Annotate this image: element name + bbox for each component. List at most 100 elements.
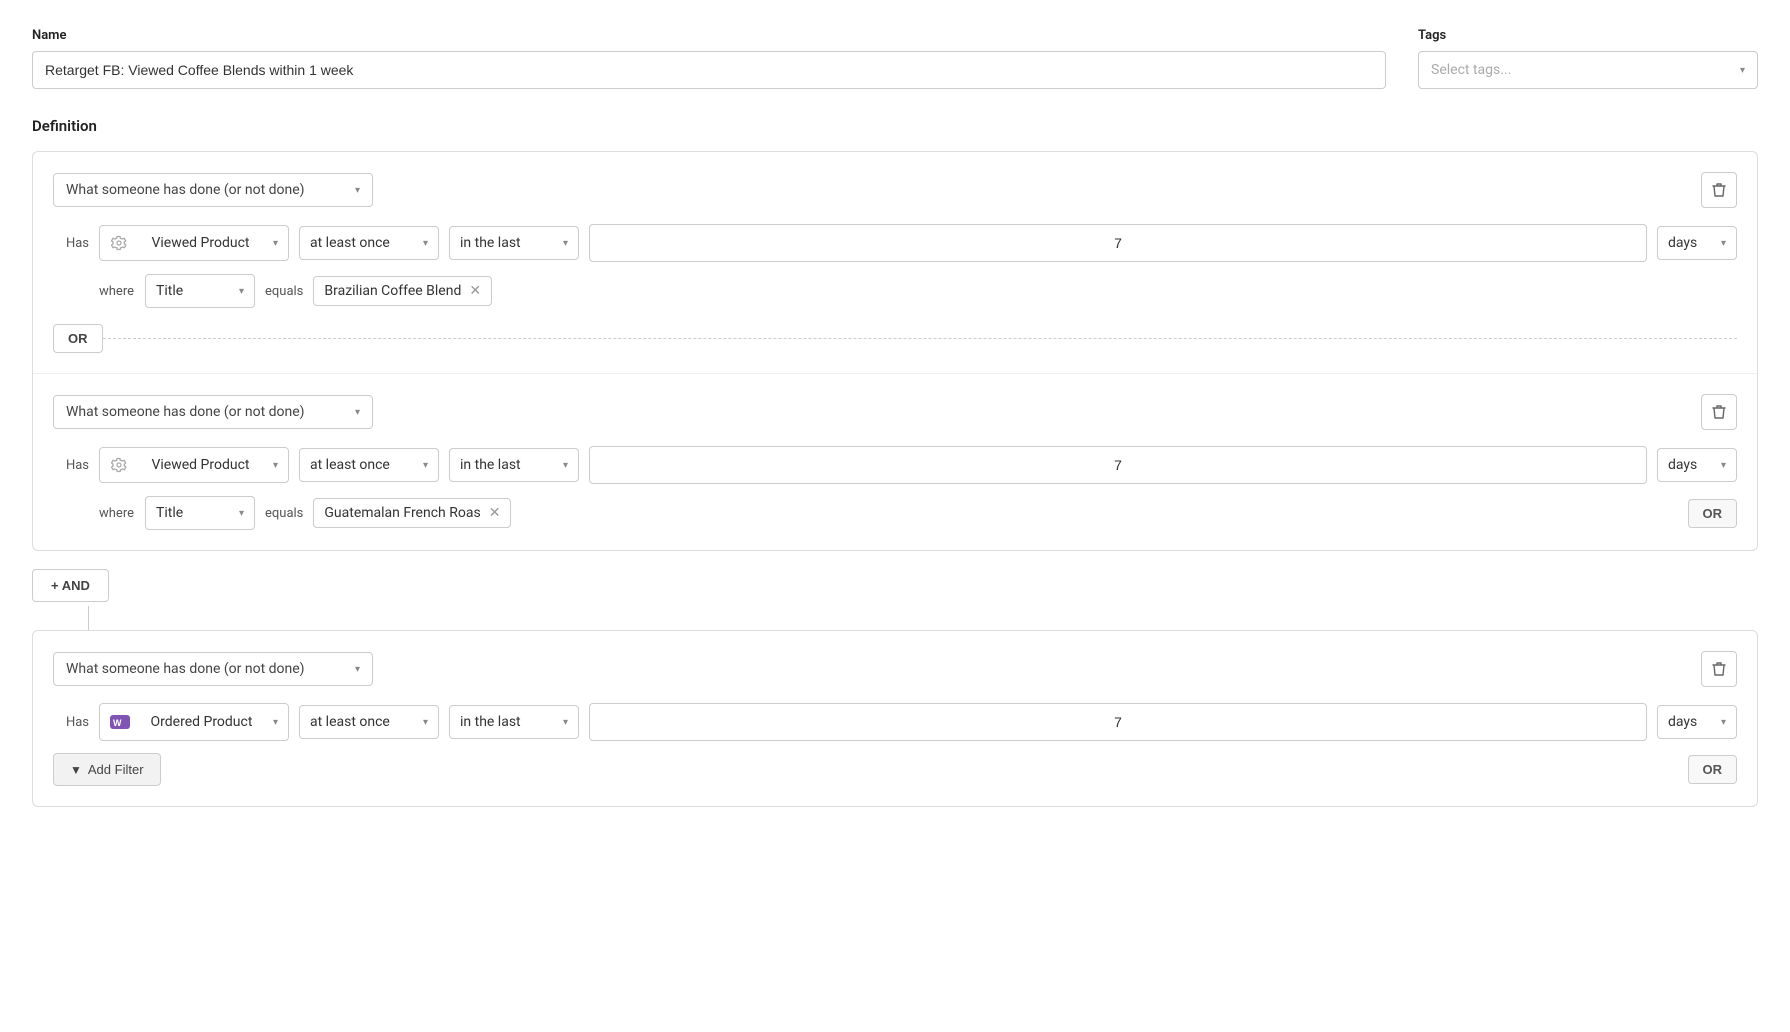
- condition-block-3: What someone has done (or not done) ▾ Ha…: [33, 631, 1757, 806]
- main-event-chevron-3: ▾: [355, 664, 360, 675]
- property-chevron-1: ▾: [239, 286, 244, 297]
- frequency-label-3: at least once: [310, 714, 390, 730]
- unit-dropdown-1[interactable]: days ▾: [1657, 226, 1737, 260]
- time-dropdown-1[interactable]: in the last ▾: [449, 226, 579, 260]
- chip-value-2: Guatemalan French Roas: [324, 505, 480, 521]
- dashed-divider-1: [103, 338, 1738, 339]
- tags-label: Tags: [1418, 28, 1758, 43]
- filter-icon: ▼: [70, 763, 82, 777]
- main-event-dropdown-1[interactable]: What someone has done (or not done) ▾: [53, 173, 373, 207]
- unit-chevron-1: ▾: [1721, 238, 1726, 249]
- time-chevron-3: ▾: [563, 717, 568, 728]
- where-label-1: where: [99, 284, 135, 299]
- or-divider-1: OR: [53, 324, 1737, 353]
- value-chip-2: Guatemalan French Roas ✕: [313, 498, 511, 528]
- main-event-dropdown-2[interactable]: What someone has done (or not done) ▾: [53, 395, 373, 429]
- number-input-1[interactable]: [589, 224, 1647, 262]
- event-dropdown-1[interactable]: Viewed Product ▾: [99, 225, 289, 261]
- gear-icon-1: [110, 234, 128, 252]
- main-event-chevron-2: ▾: [355, 407, 360, 418]
- tags-placeholder: Select tags...: [1431, 62, 1511, 78]
- add-filter-row: ▼ Add Filter OR: [53, 753, 1737, 786]
- main-event-chevron-1: ▾: [355, 185, 360, 196]
- property-dropdown-2[interactable]: Title ▾: [145, 496, 255, 530]
- name-input[interactable]: [32, 51, 1386, 89]
- has-label-3: Has: [53, 715, 89, 730]
- trash-icon-3: [1712, 661, 1726, 677]
- svg-text:W: W: [113, 718, 122, 728]
- unit-chevron-3: ▾: [1721, 717, 1726, 728]
- event-label-1: Viewed Product: [151, 235, 249, 251]
- and-button[interactable]: + AND: [32, 569, 109, 602]
- unit-label-3: days: [1668, 714, 1697, 730]
- event-dropdown-2[interactable]: Viewed Product ▾: [99, 447, 289, 483]
- delete-button-3[interactable]: [1701, 651, 1737, 687]
- main-event-label-3: What someone has done (or not done): [66, 661, 305, 677]
- time-label-1: in the last: [460, 235, 521, 251]
- vertical-connector: [88, 606, 89, 630]
- trash-icon-2: [1712, 404, 1726, 420]
- main-event-dropdown-3[interactable]: What someone has done (or not done) ▾: [53, 652, 373, 686]
- time-label-3: in the last: [460, 714, 521, 730]
- where-row-2: where Title ▾ equals Guatemalan French R…: [99, 496, 1737, 530]
- event-dropdown-3[interactable]: W Ordered Product ▾: [99, 703, 289, 741]
- chip-value-1: Brazilian Coffee Blend: [324, 283, 461, 299]
- condition-group-2: What someone has done (or not done) ▾ Ha…: [32, 630, 1758, 807]
- or-button-right-2[interactable]: OR: [1688, 499, 1738, 528]
- chip-close-1[interactable]: ✕: [469, 283, 481, 299]
- number-input-3[interactable]: [589, 703, 1647, 741]
- or-button-3[interactable]: OR: [1688, 755, 1738, 784]
- condition-block-2: What someone has done (or not done) ▾ Ha…: [33, 373, 1757, 550]
- time-chevron-2: ▾: [563, 460, 568, 471]
- unit-dropdown-3[interactable]: days ▾: [1657, 705, 1737, 739]
- equals-label-1: equals: [265, 284, 303, 299]
- time-dropdown-2[interactable]: in the last ▾: [449, 448, 579, 482]
- frequency-dropdown-2[interactable]: at least once ▾: [299, 448, 439, 482]
- unit-chevron-2: ▾: [1721, 460, 1726, 471]
- tags-chevron-icon: ▾: [1740, 65, 1745, 76]
- frequency-chevron-3: ▾: [423, 717, 428, 728]
- has-label-1: Has: [53, 236, 89, 251]
- delete-button-1[interactable]: [1701, 172, 1737, 208]
- delete-button-2[interactable]: [1701, 394, 1737, 430]
- or-button-1[interactable]: OR: [53, 324, 103, 353]
- frequency-chevron-2: ▾: [423, 460, 428, 471]
- frequency-dropdown-1[interactable]: at least once ▾: [299, 226, 439, 260]
- time-chevron-1: ▾: [563, 238, 568, 249]
- equals-label-2: equals: [265, 506, 303, 521]
- value-chip-1: Brazilian Coffee Blend ✕: [313, 276, 492, 306]
- definition-label: Definition: [32, 117, 1758, 135]
- has-row-2: Has Viewed Product ▾ at least once ▾ in …: [53, 446, 1737, 484]
- property-label-1: Title: [156, 283, 183, 299]
- unit-label-1: days: [1668, 235, 1697, 251]
- time-label-2: in the last: [460, 457, 521, 473]
- tags-dropdown[interactable]: Select tags... ▾: [1418, 51, 1758, 89]
- property-chevron-2: ▾: [239, 508, 244, 519]
- trash-icon-1: [1712, 182, 1726, 198]
- event-chevron-1: ▾: [273, 238, 278, 249]
- main-event-label-2: What someone has done (or not done): [66, 404, 305, 420]
- number-input-2[interactable]: [589, 446, 1647, 484]
- event-chevron-3: ▾: [273, 717, 278, 728]
- add-filter-button[interactable]: ▼ Add Filter: [53, 753, 161, 786]
- property-dropdown-1[interactable]: Title ▾: [145, 274, 255, 308]
- woo-icon-3: W: [110, 712, 130, 732]
- name-label: Name: [32, 28, 1386, 43]
- frequency-chevron-1: ▾: [423, 238, 428, 249]
- condition-group-1: What someone has done (or not done) ▾ Ha…: [32, 151, 1758, 551]
- where-row-1: where Title ▾ equals Brazilian Coffee Bl…: [99, 274, 1737, 308]
- has-label-2: Has: [53, 458, 89, 473]
- chip-close-2[interactable]: ✕: [489, 505, 501, 521]
- unit-label-2: days: [1668, 457, 1697, 473]
- has-row-3: Has W Ordered Product ▾ at least once ▾ …: [53, 703, 1737, 741]
- main-event-label-1: What someone has done (or not done): [66, 182, 305, 198]
- event-label-3: Ordered Product: [151, 714, 253, 730]
- frequency-label-1: at least once: [310, 235, 390, 251]
- frequency-dropdown-3[interactable]: at least once ▾: [299, 705, 439, 739]
- unit-dropdown-2[interactable]: days ▾: [1657, 448, 1737, 482]
- time-dropdown-3[interactable]: in the last ▾: [449, 705, 579, 739]
- where-label-2: where: [99, 506, 135, 521]
- frequency-label-2: at least once: [310, 457, 390, 473]
- has-row-1: Has Viewed Product ▾ at least once ▾ in …: [53, 224, 1737, 262]
- condition-block-1: What someone has done (or not done) ▾ Ha…: [33, 152, 1757, 373]
